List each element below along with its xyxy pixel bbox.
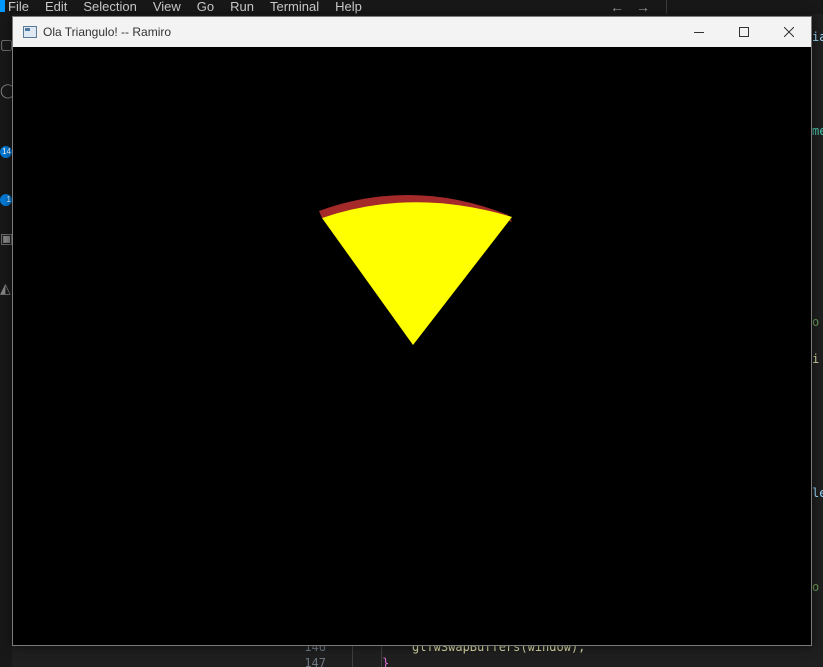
window-title: Ola Triangulo! -- Ramiro xyxy=(43,25,172,39)
indent-guide xyxy=(352,646,353,667)
navigation-arrows: ← → xyxy=(610,0,650,14)
code-fragment: me xyxy=(812,124,823,138)
arrow-right-icon[interactable]: → xyxy=(636,0,650,14)
search-icon[interactable]: ◯ xyxy=(0,82,16,98)
menu-terminal[interactable]: Terminal xyxy=(262,0,327,14)
title-divider xyxy=(666,0,667,14)
minimize-button[interactable] xyxy=(676,17,721,47)
explorer-icon[interactable]: ▢ xyxy=(0,36,13,52)
close-button[interactable] xyxy=(766,17,811,47)
close-icon xyxy=(783,27,794,37)
code-line: glfwSwapBuffers(window); xyxy=(412,646,586,654)
line-number: 146 xyxy=(304,646,326,654)
app-window-icon xyxy=(23,26,37,38)
code-line: } xyxy=(382,656,390,667)
window-titlebar[interactable]: Ola Triangulo! -- Ramiro xyxy=(13,17,811,47)
maximize-button[interactable] xyxy=(721,17,766,47)
menu-file[interactable]: File xyxy=(0,0,37,14)
rendered-scene xyxy=(319,194,512,345)
menu-help[interactable]: Help xyxy=(327,0,370,14)
menu-selection[interactable]: Selection xyxy=(75,0,144,14)
code-fragment: le xyxy=(812,486,823,500)
code-fragment: o xyxy=(812,315,820,329)
maximize-icon xyxy=(738,27,749,37)
menu-view[interactable]: View xyxy=(145,0,189,14)
caption-buttons xyxy=(676,17,811,47)
activity-bar: ▢ ◯ 14 1 ▣ ◭ xyxy=(0,14,16,667)
minimize-icon xyxy=(693,32,704,33)
menu-go[interactable]: Go xyxy=(189,0,222,14)
code-fragment: o xyxy=(812,580,820,594)
run-debug-badge: 1 xyxy=(0,194,12,206)
line-number: 147 xyxy=(304,656,326,667)
vscode-menubar: File Edit Selection View Go Run Terminal… xyxy=(0,0,823,14)
remote-icon[interactable]: ◭ xyxy=(0,280,12,296)
arrow-left-icon[interactable]: ← xyxy=(610,0,624,14)
menu-edit[interactable]: Edit xyxy=(37,0,75,14)
code-fragment: ia xyxy=(812,30,823,44)
editor-bottom-peek: 146 147 glfwSwapBuffers(window); } xyxy=(12,646,812,667)
editor-right-edge: ia me o i le o xyxy=(812,14,823,667)
extensions-icon[interactable]: ▣ xyxy=(0,230,13,246)
source-control-badge: 14 xyxy=(0,146,12,158)
pizza-slice xyxy=(322,202,512,345)
vscode-logo-icon xyxy=(0,0,5,12)
opengl-canvas[interactable] xyxy=(13,47,811,645)
code-fragment: i xyxy=(812,352,820,366)
menu-run[interactable]: Run xyxy=(222,0,262,14)
glfw-window[interactable]: Ola Triangulo! -- Ramiro xyxy=(12,16,812,646)
